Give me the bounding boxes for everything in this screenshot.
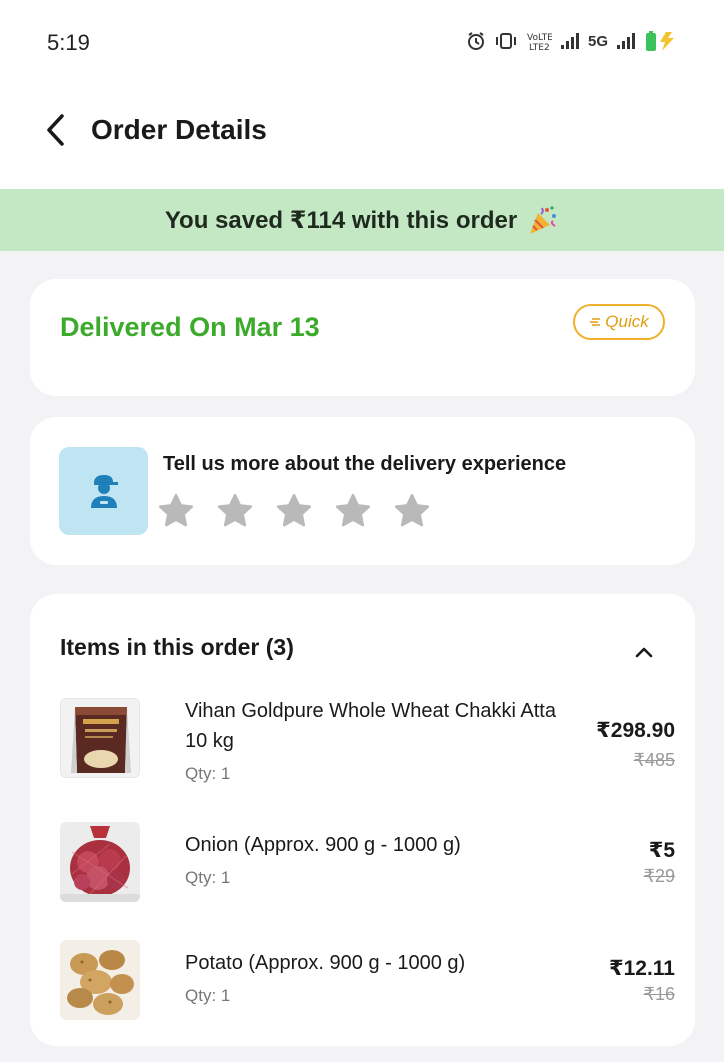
delivery-feedback-card: Tell us more about the delivery experien… (30, 417, 695, 565)
star-icon[interactable] (392, 491, 432, 531)
feedback-prompt: Tell us more about the delivery experien… (163, 453, 567, 475)
items-section-title: Items in this order (3) (60, 634, 294, 660)
item-mrp: ₹485 (633, 750, 675, 770)
status-bar: 5:19 VoLTE LTE2 5G (0, 0, 724, 86)
item-price: ₹298.90 (596, 719, 675, 742)
chevron-left-icon (47, 114, 64, 146)
party-popper-icon (530, 206, 557, 234)
product-image (60, 940, 140, 1020)
star-icon[interactable] (156, 491, 196, 531)
network-label: 5G (587, 32, 608, 50)
star-icon[interactable] (215, 491, 255, 531)
onion-bag-image (60, 822, 140, 902)
product-image (60, 698, 140, 778)
svg-text:VoLTE: VoLTE (527, 33, 552, 43)
delivery-person-avatar (59, 447, 148, 535)
vibrate-icon (495, 33, 516, 49)
list-item[interactable]: Vihan Goldpure Whole Wheat Chakki Atta 1… (60, 696, 675, 788)
order-status-card: Delivered On Mar 13 Quick (30, 279, 695, 396)
item-price: ₹5 (648, 839, 675, 862)
potato-image (60, 940, 140, 1020)
alarm-icon (467, 32, 484, 50)
item-name: Onion (Approx. 900 g - 1000 g) (185, 834, 461, 856)
quick-badge: Quick (573, 304, 665, 340)
product-image (60, 822, 140, 902)
item-price: ₹12.11 (608, 957, 675, 980)
collapse-items-button[interactable] (631, 639, 657, 665)
list-item[interactable]: Potato (Approx. 900 g - 1000 g) Qty: 1 ₹… (60, 940, 675, 1020)
flour-bag-image (61, 699, 139, 777)
item-qty: Qty: 1 (185, 986, 231, 1005)
item-name: Potato (Approx. 900 g - 1000 g) (185, 952, 466, 974)
item-name-line2: 10 kg (185, 730, 234, 752)
item-name-line1: Vihan Goldpure Whole Wheat Chakki Atta (185, 700, 556, 722)
order-items-card: Items in this order (3) Vihan Goldpure W… (30, 594, 695, 1046)
item-mrp: ₹16 (643, 984, 675, 1004)
svg-text:LTE2: LTE2 (529, 43, 550, 51)
page-header: Order Details (0, 86, 724, 189)
signal-icon (560, 33, 579, 49)
status-time: 5:19 (47, 30, 90, 55)
delivery-person-icon (90, 475, 118, 508)
battery-charging-icon (646, 31, 674, 51)
savings-text: You saved ₹114 with this order (164, 206, 518, 234)
savings-banner: You saved ₹114 with this order (0, 189, 724, 251)
list-item[interactable]: Onion (Approx. 900 g - 1000 g) Qty: 1 ₹5… (60, 822, 675, 902)
star-rating (156, 491, 432, 531)
speed-lines-icon (590, 318, 601, 326)
quick-badge-label: Quick (605, 312, 649, 331)
star-icon[interactable] (274, 491, 314, 531)
item-qty: Qty: 1 (185, 764, 231, 783)
delivery-status: Delivered On Mar 13 (60, 312, 320, 342)
volte-icon: VoLTE LTE2 (527, 33, 552, 51)
star-icon[interactable] (333, 491, 373, 531)
page-title: Order Details (91, 114, 267, 145)
status-icons: VoLTE LTE2 5G (466, 30, 678, 52)
item-name: Vihan Goldpure Whole Wheat Chakki Atta 1… (185, 696, 556, 756)
item-mrp: ₹29 (643, 866, 675, 886)
back-button[interactable] (38, 112, 74, 148)
signal-icon (617, 33, 635, 49)
chevron-up-icon (635, 647, 653, 658)
item-qty: Qty: 1 (185, 868, 231, 887)
